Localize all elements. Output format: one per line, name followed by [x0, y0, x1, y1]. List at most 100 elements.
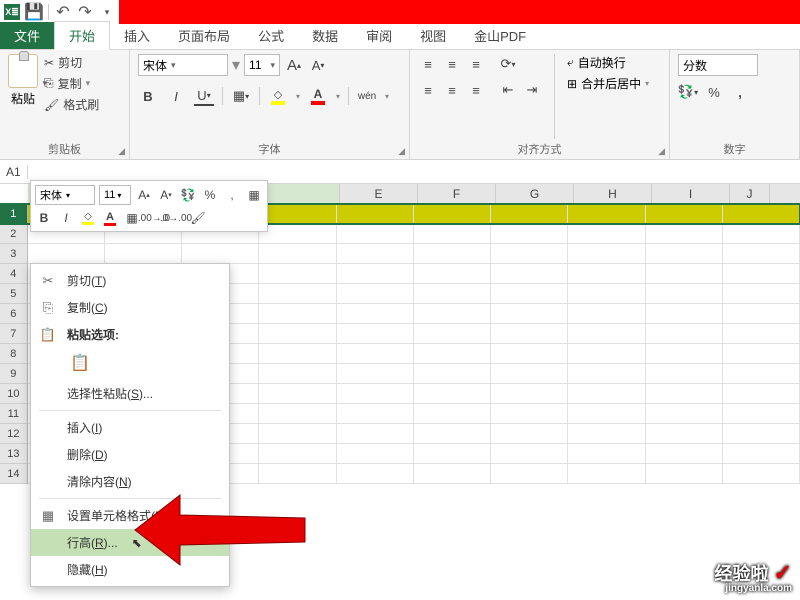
- orientation-icon[interactable]: ⟳▾: [498, 54, 518, 74]
- cell[interactable]: [337, 224, 414, 244]
- launcher-icon[interactable]: ◢: [118, 146, 125, 157]
- cell[interactable]: [337, 304, 414, 324]
- fill-color-button[interactable]: ◇: [268, 86, 288, 106]
- cell[interactable]: [568, 324, 645, 344]
- phonetic-button[interactable]: wén: [357, 86, 377, 106]
- number-format-combo[interactable]: 分数: [678, 54, 758, 76]
- col-header[interactable]: G: [496, 184, 574, 203]
- percent-icon[interactable]: %: [704, 82, 724, 102]
- cell[interactable]: [723, 264, 800, 284]
- row-header[interactable]: 14: [0, 464, 28, 484]
- ctx-hide[interactable]: 隐藏(H): [31, 556, 229, 583]
- cell[interactable]: [568, 244, 645, 264]
- cell[interactable]: [646, 444, 723, 464]
- ctx-cut[interactable]: ✂剪切(T): [31, 267, 229, 294]
- cell[interactable]: [723, 244, 800, 264]
- mini-currency-icon[interactable]: 💱: [179, 186, 197, 204]
- tab-home[interactable]: 开始: [54, 21, 110, 50]
- tab-layout[interactable]: 页面布局: [164, 22, 244, 49]
- cell[interactable]: [414, 244, 491, 264]
- tab-data[interactable]: 数据: [298, 22, 352, 49]
- mini-inc-decimal-icon[interactable]: .0→.00: [167, 209, 185, 227]
- cell[interactable]: [723, 444, 800, 464]
- cell[interactable]: [568, 264, 645, 284]
- mini-bold-icon[interactable]: B: [35, 209, 53, 227]
- merge-center-button[interactable]: ⊞合并后居中 ▾: [567, 75, 649, 92]
- tab-view[interactable]: 视图: [406, 22, 460, 49]
- row-header[interactable]: 10: [0, 384, 28, 404]
- ctx-copy[interactable]: ⎘复制(C): [31, 294, 229, 321]
- mini-size-combo[interactable]: 11▾: [99, 185, 131, 205]
- cell[interactable]: [491, 384, 568, 404]
- row-header[interactable]: 12: [0, 424, 28, 444]
- increase-font-icon[interactable]: A▴: [284, 55, 304, 75]
- cell[interactable]: [259, 304, 336, 324]
- cell[interactable]: [259, 344, 336, 364]
- cell[interactable]: [568, 344, 645, 364]
- cell[interactable]: [259, 424, 336, 444]
- decrease-indent-icon[interactable]: ⇤: [498, 80, 518, 100]
- ctx-row-height[interactable]: 行高(R)...⬉: [31, 529, 229, 556]
- qat-dropdown-icon[interactable]: ▾: [99, 4, 115, 20]
- ctx-paste-special[interactable]: 选择性粘贴(S)...: [31, 380, 229, 407]
- cell[interactable]: [646, 204, 723, 224]
- cell[interactable]: [723, 344, 800, 364]
- cell[interactable]: [646, 384, 723, 404]
- cell[interactable]: [646, 224, 723, 244]
- cell[interactable]: [259, 444, 336, 464]
- row-header[interactable]: 11: [0, 404, 28, 424]
- cell[interactable]: [337, 364, 414, 384]
- cell[interactable]: [646, 424, 723, 444]
- cell[interactable]: [259, 204, 336, 224]
- row-header[interactable]: 5: [0, 284, 28, 304]
- cell[interactable]: [414, 424, 491, 444]
- row-header[interactable]: 9: [0, 364, 28, 384]
- cell[interactable]: [259, 464, 336, 484]
- cell[interactable]: [646, 284, 723, 304]
- cell[interactable]: [337, 264, 414, 284]
- cell[interactable]: [259, 364, 336, 384]
- save-icon[interactable]: 💾: [26, 4, 42, 20]
- mini-format-painter-icon[interactable]: 🖌: [189, 209, 207, 227]
- cell[interactable]: [491, 424, 568, 444]
- comma-icon[interactable]: ,: [730, 82, 750, 102]
- tab-formula[interactable]: 公式: [244, 22, 298, 49]
- cell[interactable]: [259, 224, 336, 244]
- cell[interactable]: [491, 304, 568, 324]
- cell[interactable]: [646, 364, 723, 384]
- cell[interactable]: [337, 444, 414, 464]
- increase-indent-icon[interactable]: ⇥: [522, 80, 542, 100]
- cell[interactable]: [723, 404, 800, 424]
- cell[interactable]: [568, 304, 645, 324]
- cell[interactable]: [568, 204, 645, 224]
- cell[interactable]: [259, 384, 336, 404]
- cell[interactable]: [182, 244, 259, 264]
- cell[interactable]: [723, 304, 800, 324]
- align-middle-icon[interactable]: ≡: [442, 54, 462, 74]
- cell[interactable]: [723, 384, 800, 404]
- decrease-font-icon[interactable]: A▾: [308, 55, 328, 75]
- row-header[interactable]: 8: [0, 344, 28, 364]
- cell[interactable]: [568, 404, 645, 424]
- cell[interactable]: [491, 264, 568, 284]
- col-header[interactable]: F: [418, 184, 496, 203]
- underline-button[interactable]: U ▾: [194, 86, 214, 106]
- col-header[interactable]: H: [574, 184, 652, 203]
- cell[interactable]: [337, 284, 414, 304]
- cell[interactable]: [491, 224, 568, 244]
- mini-fill-icon[interactable]: ◇: [79, 209, 97, 227]
- font-color-button[interactable]: A: [308, 86, 328, 106]
- cell[interactable]: [568, 224, 645, 244]
- mini-fontcolor-icon[interactable]: A: [101, 209, 119, 227]
- mini-italic-icon[interactable]: I: [57, 209, 75, 227]
- bold-button[interactable]: B: [138, 86, 158, 106]
- row-header[interactable]: 6: [0, 304, 28, 324]
- cell[interactable]: [491, 364, 568, 384]
- cell[interactable]: [414, 304, 491, 324]
- cell[interactable]: [337, 204, 414, 224]
- align-top-icon[interactable]: ≡: [418, 54, 438, 74]
- cell[interactable]: [259, 324, 336, 344]
- cell[interactable]: [491, 324, 568, 344]
- row-header[interactable]: 3: [0, 244, 28, 264]
- mini-increase-font-icon[interactable]: A▴: [135, 186, 153, 204]
